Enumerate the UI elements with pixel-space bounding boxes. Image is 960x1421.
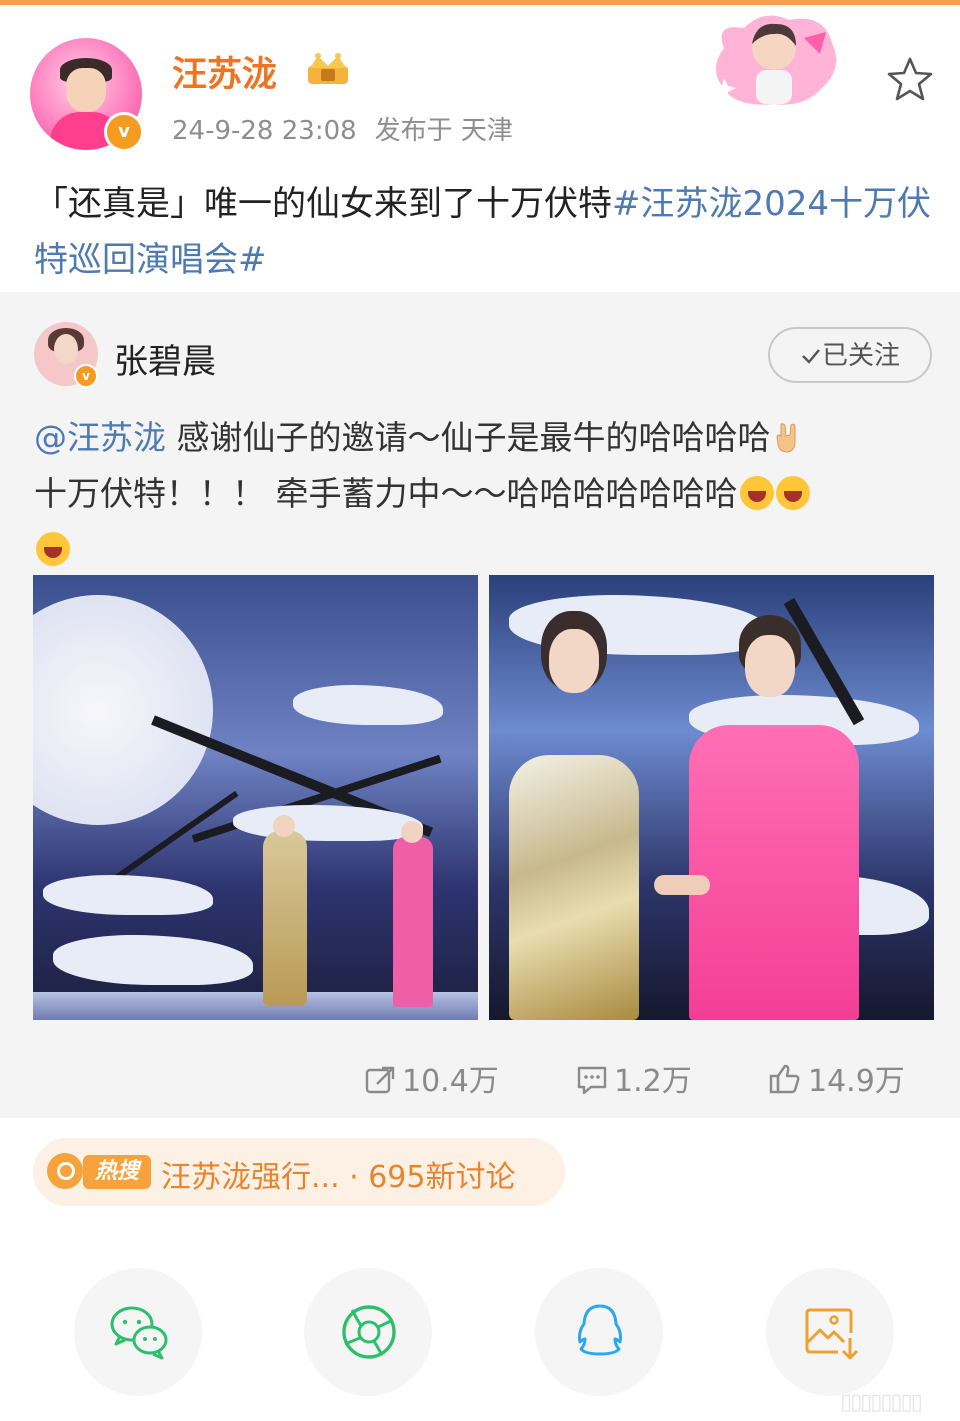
hot-search-badge: 热搜 (83, 1155, 151, 1189)
laugh-emoji-icon (36, 532, 70, 566)
laugh-emoji-icon (775, 476, 810, 510)
like-thumb-icon (769, 1064, 800, 1094)
followed-label: 已关注 (821, 341, 900, 371)
repost-count-value: 10.4万 (402, 1064, 499, 1099)
check-icon (802, 349, 820, 364)
singer-face (549, 629, 599, 693)
post-image-1[interactable] (33, 575, 478, 1020)
moon-backdrop (33, 595, 213, 825)
hot-search-pill[interactable]: 热搜 汪苏泷强行... · 695新讨论 (33, 1138, 565, 1206)
share-qq-button[interactable] (535, 1268, 663, 1396)
followed-button[interactable]: 已关注 (768, 327, 932, 383)
verified-badge-icon: v (104, 112, 144, 152)
save-image-button[interactable] (766, 1268, 894, 1396)
post-image-2[interactable] (489, 575, 934, 1020)
singer-gold-gown (509, 755, 639, 1020)
wechat-icon (110, 1306, 168, 1360)
snow-patch (43, 875, 213, 915)
repost-icon (365, 1066, 395, 1094)
post-time: 24-9-28 23:08 (172, 116, 357, 146)
author-name[interactable]: 汪苏泷 (172, 46, 277, 97)
singer-face (745, 635, 795, 697)
hot-search-icon (47, 1153, 83, 1189)
avatar-face (66, 68, 106, 112)
post-meta: 24-9-28 23:08 发布于 天津 (172, 110, 531, 147)
top-accent-line (0, 0, 960, 5)
singer-gold-gown (263, 831, 307, 1006)
repost-text-line2: 十万伏特！！！ 牵手蓄力中～～哈哈哈哈哈哈哈 (34, 474, 738, 513)
comment-icon (577, 1066, 607, 1095)
singer-pink-suit (689, 725, 859, 1020)
watermark: ▯▯▯▯▯▯▯▯ (840, 1390, 923, 1415)
comment-count[interactable]: 1.2万 (576, 1056, 692, 1100)
hot-search-text: 汪苏泷强行... · 695新讨论 (161, 1160, 516, 1195)
share-moments-button[interactable] (304, 1268, 432, 1396)
vip-crown-icon (308, 53, 348, 84)
qq-icon (578, 1304, 622, 1356)
singer-head (401, 821, 423, 843)
like-count[interactable]: 14.9万 (768, 1056, 905, 1100)
snow-patch (53, 935, 253, 985)
snow-patch (233, 805, 423, 841)
profile-sticker-icon (714, 15, 837, 105)
singer-pink-suit (393, 837, 433, 1007)
snow-patch (293, 685, 443, 725)
post-content: 「还真是」唯一的仙女来到了十万伏特#汪苏泷2024十万伏特巡回演唱会# (34, 176, 934, 288)
comment-count-value: 1.2万 (614, 1064, 692, 1099)
save-image-icon (805, 1308, 859, 1360)
repost-content: @汪苏泷 感谢仙子的邀请～仙子是最牛的哈哈哈哈 十万伏特！！！ 牵手蓄力中～～哈… (34, 410, 934, 578)
repost-author-name[interactable]: 张碧晨 (114, 334, 216, 383)
avatar-face (54, 334, 78, 364)
rock-hand-emoji-icon (775, 423, 795, 453)
like-count-value: 14.9万 (808, 1064, 905, 1099)
singer-head (273, 815, 295, 837)
favorite-star-icon[interactable] (886, 56, 934, 102)
mention-link[interactable]: @汪苏泷 (34, 418, 166, 457)
repost-text-line1: 感谢仙子的邀请～仙子是最牛的哈哈哈哈 (166, 418, 771, 457)
laugh-emoji-icon (739, 476, 774, 510)
post-text: 「还真是」唯一的仙女来到了十万伏特 (34, 184, 612, 224)
verified-badge-icon: v (74, 364, 98, 388)
moments-icon (342, 1305, 396, 1359)
share-wechat-button[interactable] (74, 1268, 202, 1396)
repost-count[interactable]: 10.4万 (364, 1056, 499, 1100)
post-location: 发布于 天津 (374, 116, 513, 146)
holding-hands (654, 875, 710, 895)
